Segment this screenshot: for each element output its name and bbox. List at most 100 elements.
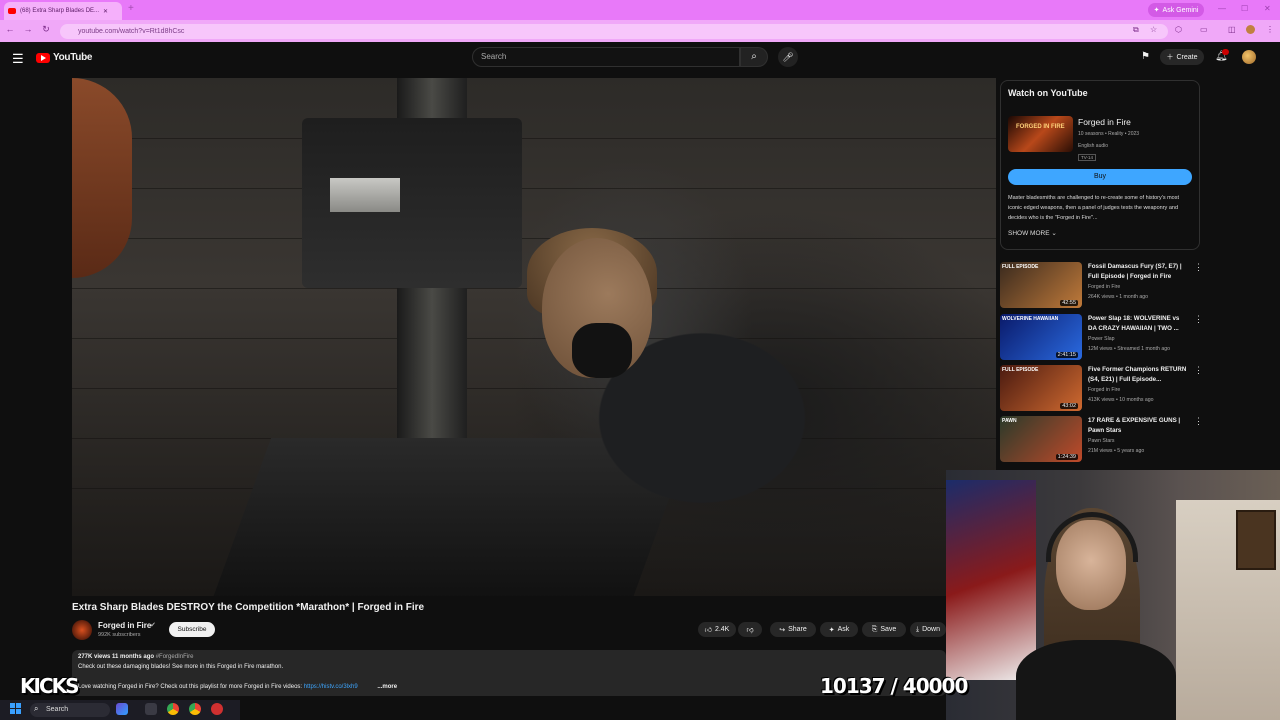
- recommendation-meta: 12M views • Streamed 1 month ago: [1088, 346, 1170, 352]
- browser-menu-icon[interactable]: ⋮: [1266, 25, 1274, 34]
- dislike-button[interactable]: 👎︎: [738, 622, 762, 637]
- sparkle-icon: ✦: [828, 626, 835, 634]
- ask-gemini-button[interactable]: ✦ Ask Gemini: [1148, 3, 1204, 17]
- duration-badge: 42:55: [1060, 300, 1078, 306]
- browser-tab-active[interactable]: (68) Extra Sharp Blades DE... ✕: [4, 2, 122, 20]
- profile-icon[interactable]: [1246, 25, 1255, 34]
- cast-icon[interactable]: ⚑: [1141, 51, 1150, 62]
- show-thumbnail-text: FORGED IN FIRE: [1016, 124, 1065, 130]
- search-icon: ⌕: [34, 704, 39, 713]
- forward-icon[interactable]: →: [22, 24, 34, 34]
- kicks-overlay-label: KICKS: [20, 674, 80, 698]
- rating-badge: TV-14: [1078, 154, 1097, 161]
- recommendation-title[interactable]: 17 RARE & EXPENSIVE GUNS | Pawn Stars: [1088, 416, 1188, 436]
- recommendation-channel[interactable]: Power Slap: [1088, 336, 1115, 342]
- hashtag-link[interactable]: #ForgedInFire: [156, 654, 194, 660]
- minimize-icon[interactable]: —: [1218, 4, 1226, 13]
- duration-badge: 2:41:15: [1055, 352, 1078, 358]
- create-button[interactable]: ＋ Create: [1160, 49, 1204, 65]
- buy-button[interactable]: Buy: [1008, 169, 1192, 185]
- chevron-down-icon: ⌄: [1051, 230, 1057, 237]
- subscribe-button[interactable]: Subscribe: [169, 622, 215, 637]
- recommendation-item[interactable]: FULL EPISODE 42:55 Fossil Damascus Fury …: [1000, 262, 1203, 310]
- sparkle-icon: ✦: [1153, 7, 1160, 14]
- share-button[interactable]: ↪ Share: [770, 622, 816, 637]
- show-thumbnail[interactable]: [1008, 116, 1073, 152]
- notification-badge: [1222, 49, 1229, 55]
- chrome-icon-2[interactable]: [189, 703, 201, 715]
- install-icon[interactable]: ⧉: [1133, 25, 1139, 35]
- description-text: Check out these damaging blades! See mor…: [78, 664, 284, 670]
- youtube-favicon-icon: [8, 8, 16, 14]
- show-more-button[interactable]: SHOW MORE ⌄: [1008, 229, 1057, 237]
- video-meta: 277K views 11 months ago #ForgedInFire: [78, 654, 194, 660]
- thumbs-down-icon: 👎︎: [746, 627, 754, 634]
- share-icon: ↪: [779, 626, 786, 634]
- window-close-icon[interactable]: ✕: [1264, 4, 1271, 13]
- show-name[interactable]: Forged in Fire: [1078, 117, 1131, 127]
- recommendation-meta: 413K views • 10 months ago: [1088, 397, 1154, 403]
- taskbar-app-icon[interactable]: [116, 703, 128, 715]
- youtube-logo[interactable]: YouTube: [36, 52, 93, 63]
- user-avatar[interactable]: [1242, 50, 1256, 64]
- webcam-overlay: [946, 470, 1280, 720]
- verified-icon: ✔: [150, 622, 156, 629]
- download-button[interactable]: ⤓ Down: [910, 622, 946, 637]
- url-input[interactable]: youtube.com/watch?v=Rt1d8hCsc: [60, 24, 1168, 39]
- video-title: Extra Sharp Blades DESTROY the Competiti…: [72, 602, 425, 613]
- sidebar-icon[interactable]: ◫: [1228, 25, 1236, 34]
- search-input[interactable]: Search: [472, 47, 740, 67]
- download-icon: ⤓: [916, 625, 920, 633]
- recommendation-channel[interactable]: Pawn Stars: [1088, 438, 1115, 444]
- tab-title: (68) Extra Sharp Blades DE...: [20, 8, 100, 14]
- taskbar-search[interactable]: Search: [30, 703, 110, 717]
- channel-avatar[interactable]: [72, 620, 92, 640]
- tab-close-icon[interactable]: ✕: [103, 8, 108, 15]
- recommendation-item[interactable]: FULL EPISODE 43:02 Five Former Champions…: [1000, 365, 1203, 413]
- duration-badge: 1:24:39: [1055, 454, 1078, 460]
- more-link[interactable]: ...more: [377, 684, 397, 690]
- channel-name[interactable]: Forged in Fire: [98, 621, 151, 630]
- recommendation-channel[interactable]: Forged in Fire: [1088, 387, 1120, 393]
- thumbs-up-icon: 👍︎: [704, 627, 712, 634]
- more-options-icon[interactable]: ⋮: [1194, 416, 1203, 427]
- more-options-icon[interactable]: ⋮: [1194, 262, 1203, 273]
- recommendation-title[interactable]: Five Former Champions RETURN (S4, E21) |…: [1088, 365, 1188, 385]
- duration-badge: 43:02: [1060, 403, 1078, 409]
- recommendation-title[interactable]: Power Slap 18: WOLVERINE vs DA CRAZY HAW…: [1088, 314, 1188, 334]
- recommendation-item[interactable]: WOLVERINE HAWAIIAN 2:41:15 Power Slap 18…: [1000, 314, 1203, 362]
- more-options-icon[interactable]: ⋮: [1194, 365, 1203, 376]
- reload-icon[interactable]: ↻: [40, 24, 52, 35]
- recommendation-item[interactable]: PAWN 1:24:39 17 RARE & EXPENSIVE GUNS | …: [1000, 416, 1203, 464]
- bookmark-star-icon[interactable]: ☆: [1150, 25, 1157, 34]
- ask-button[interactable]: ✦ Ask: [820, 622, 858, 637]
- hamburger-menu-icon[interactable]: ☰: [12, 51, 24, 67]
- chrome-icon[interactable]: [167, 703, 179, 715]
- microphone-icon[interactable]: 🎤︎: [778, 47, 798, 67]
- show-description: Master bladesmiths are challenged to re-…: [1008, 195, 1180, 221]
- save-button[interactable]: ⎘ Save: [862, 622, 906, 637]
- recommendation-channel[interactable]: Forged in Fire: [1088, 284, 1120, 290]
- show-audio: English audio: [1078, 143, 1109, 149]
- youtube-play-icon: [36, 52, 50, 63]
- tab-search-icon[interactable]: ▭: [1200, 25, 1208, 34]
- recommendation-title[interactable]: Fossil Damascus Fury (S7, E7) | Full Epi…: [1088, 262, 1188, 282]
- goal-counter: 10137 / 40000: [820, 674, 968, 698]
- more-options-icon[interactable]: ⋮: [1194, 314, 1203, 325]
- search-icon[interactable]: ⌕: [740, 47, 768, 67]
- plus-icon: ＋: [1166, 54, 1174, 61]
- maximize-icon[interactable]: ☐: [1241, 4, 1248, 13]
- description-link[interactable]: https://histv.co/3lxh9: [304, 684, 358, 690]
- watch-on-youtube-panel: [1000, 80, 1200, 250]
- extensions-icon[interactable]: ⬡: [1175, 25, 1182, 34]
- like-button[interactable]: 👍︎ 2.4K: [698, 622, 736, 637]
- windows-start-icon[interactable]: [10, 703, 21, 714]
- file-explorer-icon[interactable]: [145, 703, 157, 715]
- back-icon[interactable]: ←: [4, 24, 16, 34]
- taskbar-app-icon-2[interactable]: [211, 703, 223, 715]
- video-player[interactable]: [72, 78, 996, 596]
- new-tab-icon[interactable]: +: [128, 4, 138, 14]
- subscriber-count: 992K subscribers: [98, 632, 141, 638]
- browser-tab-bar: [0, 0, 1280, 20]
- bookmark-icon: ⎘: [871, 625, 878, 633]
